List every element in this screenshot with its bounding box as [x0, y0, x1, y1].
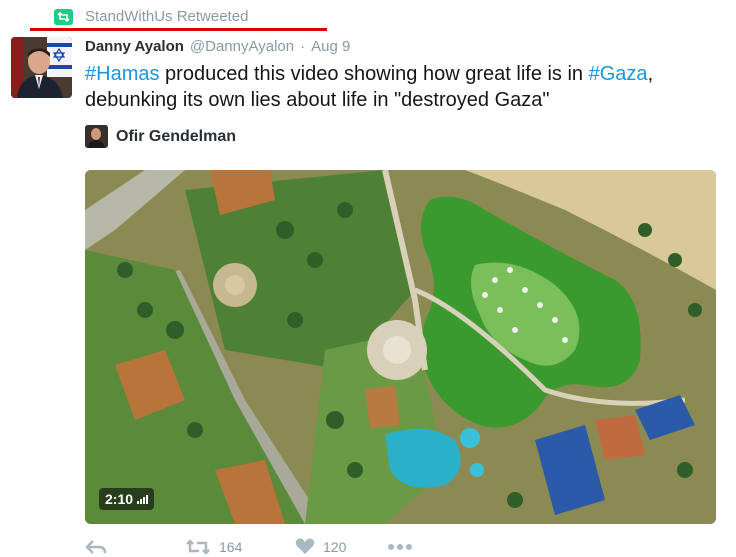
more-icon [388, 543, 412, 550]
avatar[interactable] [11, 37, 72, 98]
hashtag-link-hamas[interactable]: #Hamas [85, 63, 159, 85]
tweet-text-part: produced this video showing how great li… [159, 63, 589, 85]
video-player[interactable]: 2:10 [85, 170, 716, 524]
retweet-count: 164 [219, 538, 243, 555]
video-duration-badge: 2:10 [99, 488, 155, 510]
quoted-user[interactable]: Ofir Gendelman [85, 125, 236, 148]
tweet[interactable]: StandWithUs Retweeted Danny Ayalon @Dann… [0, 0, 736, 557]
reply-icon [85, 539, 107, 554]
hashtag-link-gaza[interactable]: #Gaza [589, 63, 648, 85]
author-username[interactable]: @DannyAyalon [190, 38, 294, 55]
signal-bars-icon [137, 494, 149, 504]
retweet-context[interactable]: StandWithUs Retweeted [54, 8, 248, 25]
retweet-icon [54, 8, 73, 25]
retweet-icon [186, 538, 210, 555]
video-duration: 2:10 [105, 491, 134, 507]
heart-icon [295, 538, 315, 554]
tweet-actions: 164 120 [85, 538, 413, 555]
like-count: 120 [323, 538, 347, 555]
retweet-button[interactable]: 164 [185, 539, 295, 555]
retweet-label[interactable]: StandWithUs Retweeted [85, 8, 248, 25]
tweet-text-line: debunking its own lies about life in "de… [85, 89, 550, 111]
tweet-text: #Hamas produced this video showing how g… [85, 61, 725, 113]
like-button[interactable]: 120 [295, 538, 387, 555]
reply-button[interactable] [85, 539, 185, 555]
separator: · [300, 38, 306, 55]
timestamp[interactable]: Aug 9 [311, 38, 350, 55]
video-thumbnail [85, 170, 716, 524]
more-button[interactable] [387, 543, 413, 551]
quoted-user-avatar[interactable] [85, 125, 108, 148]
quoted-user-name[interactable]: Ofir Gendelman [116, 128, 236, 146]
tweet-text-part: , [647, 63, 654, 85]
author-name[interactable]: Danny Ayalon [85, 38, 184, 55]
tweet-header: Danny Ayalon @DannyAyalon · Aug 9 [85, 38, 350, 55]
annotation-underline [30, 28, 327, 31]
